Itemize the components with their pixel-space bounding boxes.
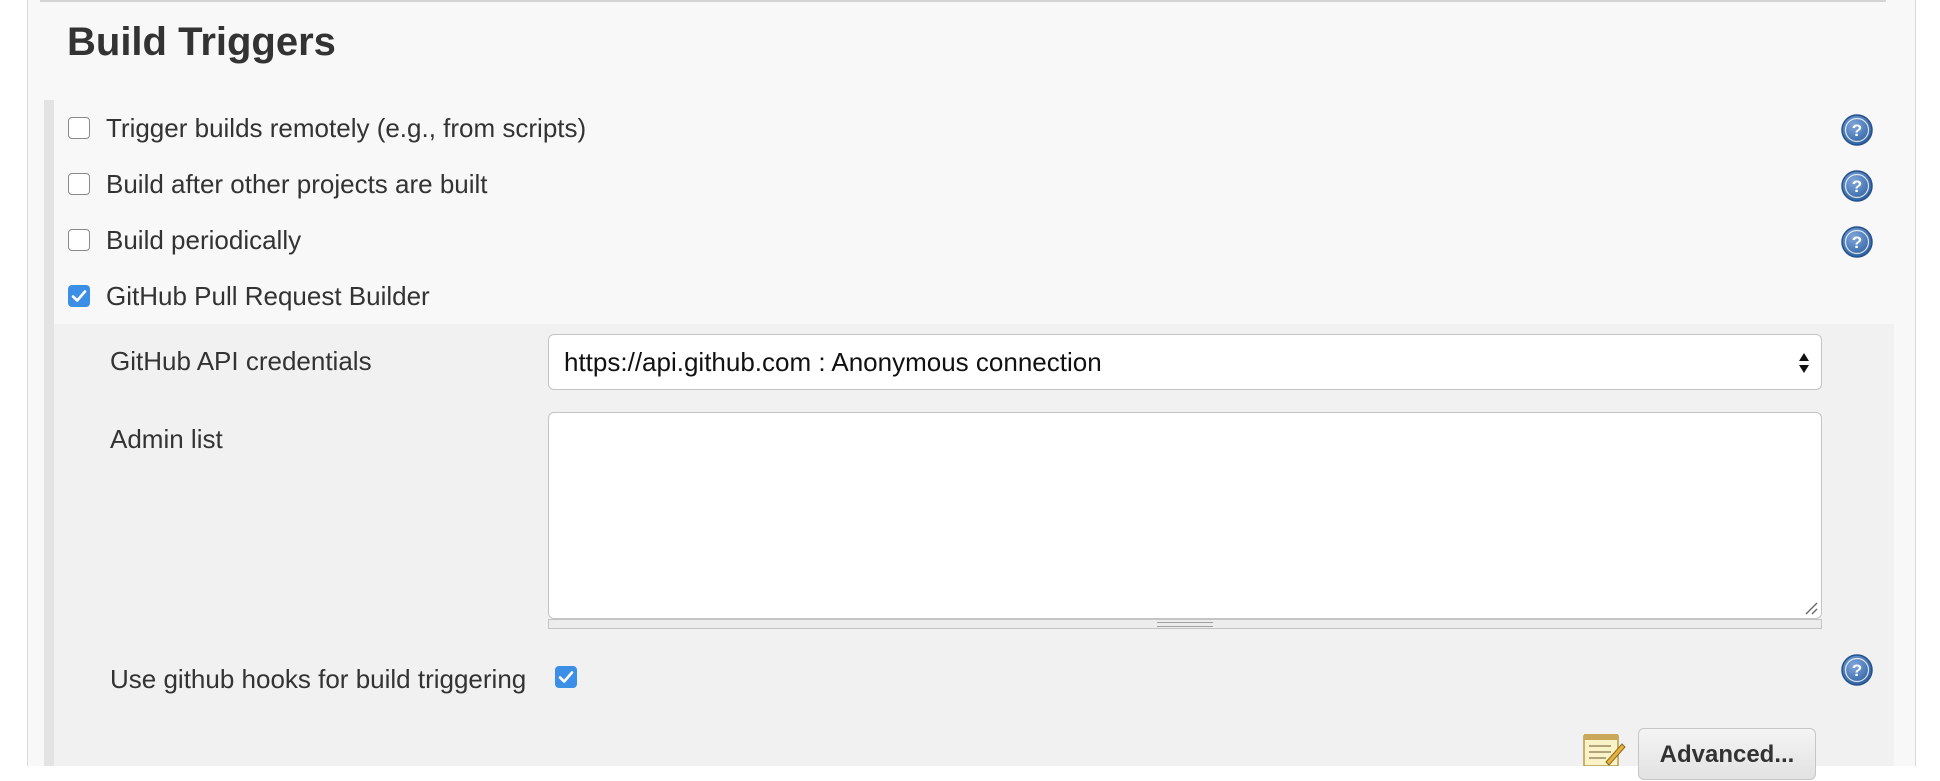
- drag-handle-icon: [1157, 622, 1213, 627]
- section-indent-bar: [44, 100, 54, 766]
- help-icon[interactable]: ?: [1841, 226, 1873, 258]
- select-arrows-icon: [1799, 353, 1809, 373]
- github-api-credentials-select[interactable]: https://api.github.com : Anonymous conne…: [548, 334, 1822, 390]
- trigger-periodically-label[interactable]: Build periodically: [106, 225, 301, 256]
- trigger-github-pr-builder-checkbox[interactable]: [68, 285, 90, 307]
- trigger-github-pr-builder-row[interactable]: GitHub Pull Request Builder: [68, 276, 430, 316]
- admin-list-label: Admin list: [110, 424, 223, 454]
- help-icon[interactable]: ?: [1841, 170, 1873, 202]
- svg-text:?: ?: [1852, 121, 1862, 140]
- svg-text:?: ?: [1852, 661, 1862, 680]
- trigger-after-other-projects-checkbox[interactable]: [68, 173, 90, 195]
- trigger-github-pr-builder-label[interactable]: GitHub Pull Request Builder: [106, 281, 430, 312]
- resize-grip-icon[interactable]: [1802, 599, 1818, 615]
- svg-text:?: ?: [1852, 233, 1862, 252]
- trigger-after-other-projects-row[interactable]: Build after other projects are built: [68, 164, 488, 204]
- section-title: Build Triggers: [67, 20, 336, 64]
- textarea-resize-handle[interactable]: [548, 619, 1822, 629]
- advanced-button[interactable]: Advanced...: [1638, 728, 1816, 780]
- github-api-credentials-label: GitHub API credentials: [110, 346, 372, 376]
- checkmark-icon: [71, 290, 87, 302]
- trigger-remote-label[interactable]: Trigger builds remotely (e.g., from scri…: [106, 113, 586, 144]
- notepad-icon: [1583, 734, 1626, 766]
- trigger-periodically-checkbox[interactable]: [68, 229, 90, 251]
- section-divider: [40, 0, 1886, 2]
- admin-list-textarea[interactable]: [548, 412, 1822, 619]
- help-icon[interactable]: ?: [1841, 654, 1873, 686]
- use-github-hooks-checkbox[interactable]: [555, 666, 577, 688]
- help-icon[interactable]: ?: [1841, 114, 1873, 146]
- use-github-hooks-label: Use github hooks for build triggering: [110, 664, 527, 694]
- github-api-credentials-value: https://api.github.com : Anonymous conne…: [564, 346, 1102, 377]
- svg-text:?: ?: [1852, 177, 1862, 196]
- trigger-periodically-row[interactable]: Build periodically: [68, 220, 301, 260]
- trigger-after-other-projects-label[interactable]: Build after other projects are built: [106, 169, 488, 200]
- checkmark-icon: [558, 671, 574, 683]
- trigger-remote-row[interactable]: Trigger builds remotely (e.g., from scri…: [68, 108, 586, 148]
- trigger-remote-checkbox[interactable]: [68, 117, 90, 139]
